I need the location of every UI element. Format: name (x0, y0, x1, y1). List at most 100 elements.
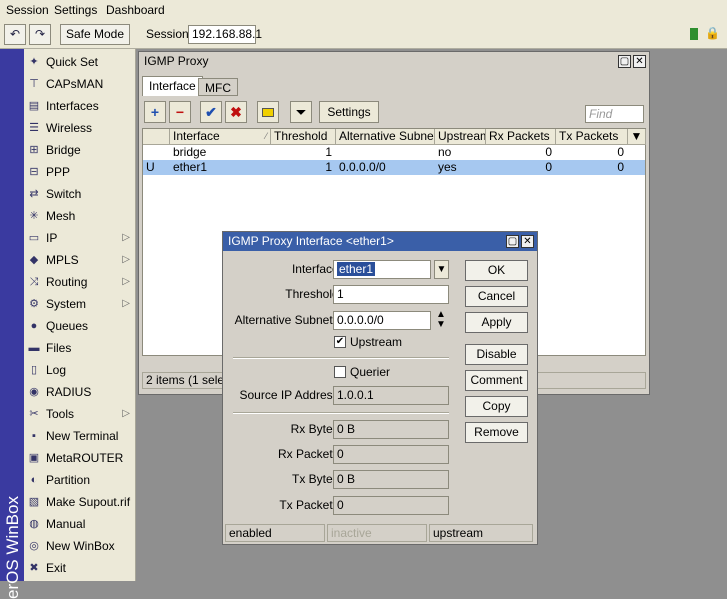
sidebar-item-interfaces[interactable]: ▤ Interfaces (24, 95, 136, 117)
sidebar-item-wireless[interactable]: ☰ Wireless (24, 117, 136, 139)
alt-subnets-label: Alternative Subnets: (234, 313, 342, 327)
radius-icon: ◉ (29, 386, 39, 398)
sidebar-item-label: Bridge (46, 143, 81, 157)
find-input[interactable]: Find (585, 105, 644, 123)
upstream-checkbox[interactable]: ✔ (334, 336, 346, 348)
remove-button[interactable]: Remove (465, 422, 528, 443)
tab-mfc[interactable]: MFC (198, 78, 238, 96)
sidebar-item-radius[interactable]: ◉ RADIUS (24, 381, 136, 403)
sidebar-item-label: MetaROUTER (46, 451, 124, 465)
remove-button[interactable]: − (169, 101, 191, 123)
separator (233, 412, 449, 414)
column-header-flag[interactable] (143, 129, 170, 145)
comment-icon (262, 108, 274, 117)
column-chooser-button[interactable]: ▼ (628, 129, 646, 145)
sidebar-item-log[interactable]: ▯ Log (24, 359, 136, 381)
sidebar-item-exit[interactable]: ✖ Exit (24, 557, 136, 579)
cell-alt-subnets (336, 145, 435, 160)
sidebar: ✦ Quick Set ⊤ CAPsMAN ▤ Interfaces ☰ Wireless ⊞ B… (24, 49, 136, 581)
wand-icon: ✦ (29, 56, 39, 68)
sidebar-item-queues[interactable]: ● Queues (24, 315, 136, 337)
cancel-button[interactable]: Cancel (465, 286, 528, 307)
column-header-upstream[interactable]: Upstream (435, 129, 486, 145)
sidebar-item-routing[interactable]: ⤨ Routing ▷ (24, 271, 136, 293)
sidebar-item-manual[interactable]: ◍ Manual (24, 513, 136, 535)
updown-icon: ▲ ▼ (436, 309, 446, 330)
sidebar-item-ppp[interactable]: ⊟ PPP (24, 161, 136, 183)
copy-button[interactable]: Copy (465, 396, 528, 417)
sidebar-item-quick-set[interactable]: ✦ Quick Set (24, 51, 136, 73)
disable-button[interactable]: Disable (465, 344, 528, 365)
check-icon: ✔ (205, 104, 217, 120)
session-label: Session: (146, 27, 193, 41)
alt-subnets-input[interactable]: 0.0.0.0/0 (333, 311, 431, 330)
sidebar-item-switch[interactable]: ⇄ Switch (24, 183, 136, 205)
column-header-interface[interactable]: Interface ⁄ (170, 129, 271, 145)
interface-label: Interface: (291, 262, 342, 276)
querier-checkbox[interactable] (334, 366, 346, 378)
manual-icon: ◍ (29, 518, 39, 530)
alt-subnets-updown-button[interactable]: ▲ ▼ (435, 310, 447, 332)
connection-status-icon (690, 28, 698, 40)
disable-button[interactable]: ✖ (225, 101, 247, 123)
tab-interface[interactable]: Interface (142, 76, 203, 96)
sidebar-item-metarouter[interactable]: ▣ MetaROUTER (24, 447, 136, 469)
dialog-maximize-button[interactable]: ▢ (506, 235, 519, 248)
dialog-close-button[interactable]: ✕ (521, 235, 534, 248)
table-row[interactable]: bridge 1 no 0 0 (143, 145, 645, 160)
rx-packets-label: Rx Packets: (277, 447, 342, 461)
source-ip-value: 1.0.0.1 (333, 386, 449, 405)
sidebar-item-mesh[interactable]: ✳ Mesh (24, 205, 136, 227)
cell-threshold: 1 (325, 160, 332, 174)
interface-dropdown-button[interactable]: ▼ (434, 260, 449, 279)
cell-rx-packets: 0 (545, 145, 552, 159)
menu-session[interactable]: Session (6, 3, 49, 17)
safe-mode-button[interactable]: Safe Mode (60, 24, 130, 45)
sidebar-item-label: RADIUS (46, 385, 92, 399)
close-button[interactable]: ✕ (633, 55, 646, 68)
comment-button[interactable] (257, 101, 279, 123)
add-button[interactable]: + (144, 101, 166, 123)
settings-button[interactable]: Settings (319, 101, 379, 123)
sidebar-item-capsman[interactable]: ⊤ CAPsMAN (24, 73, 136, 95)
column-header-alt-subnets[interactable]: Alternative Subnets (336, 129, 435, 145)
filter-button[interactable]: ⏷ (290, 101, 312, 123)
sidebar-item-label: PPP (46, 165, 71, 179)
sidebar-item-system[interactable]: ⚙ System ▷ (24, 293, 136, 315)
terminal-icon: ▪ (32, 430, 36, 442)
sidebar-item-tools[interactable]: ✂ Tools ▷ (24, 403, 136, 425)
sidebar-item-partition[interactable]: ◐ Partition (24, 469, 136, 491)
maximize-button[interactable]: ▢ (618, 55, 631, 68)
table-row-selected[interactable]: U ether1 1 0.0.0.0/0 yes 0 0 (143, 160, 645, 175)
column-header-rx-packets[interactable]: Rx Packets (486, 129, 556, 145)
menu-settings[interactable]: Settings (54, 3, 97, 17)
sidebar-item-bridge[interactable]: ⊞ Bridge (24, 139, 136, 161)
session-address: 192.168.88.1 (188, 25, 262, 44)
metarouter-icon: ▣ (28, 452, 40, 464)
supout-icon: ▧ (28, 496, 40, 508)
sidebar-item-make-supout-rif[interactable]: ▧ Make Supout.rif (24, 491, 136, 513)
ok-button[interactable]: OK (465, 260, 528, 281)
cell-upstream: yes (438, 160, 457, 174)
sidebar-item-ip[interactable]: ▭ IP ▷ (24, 227, 136, 249)
undo-button[interactable]: ↶ (4, 24, 26, 45)
column-header-tx-packets[interactable]: Tx Packets (556, 129, 628, 145)
chevron-right-icon: ▷ (122, 254, 130, 265)
chevron-right-icon: ▷ (122, 408, 130, 419)
threshold-input[interactable]: 1 (333, 285, 449, 304)
sidebar-item-mpls[interactable]: ◆ MPLS ▷ (24, 249, 136, 271)
filter-icon: ⏷ (296, 105, 306, 119)
menubar: Session Settings Dashboard (0, 0, 727, 20)
sidebar-item-files[interactable]: ▬ Files (24, 337, 136, 359)
sidebar-item-new-terminal[interactable]: ▪ New Terminal (24, 425, 136, 447)
redo-button[interactable]: ↷ (29, 24, 51, 45)
comment-button[interactable]: Comment (465, 370, 528, 391)
menu-dashboard[interactable]: Dashboard (106, 3, 165, 17)
column-header-threshold[interactable]: Threshold (271, 129, 336, 145)
interface-select[interactable]: ether1 (333, 260, 431, 279)
winbox-icon: ◎ (29, 540, 39, 552)
sidebar-item-new-winbox[interactable]: ◎ New WinBox (24, 535, 136, 557)
sidebar-item-label: Switch (46, 187, 82, 201)
enable-button[interactable]: ✔ (200, 101, 222, 123)
apply-button[interactable]: Apply (465, 312, 528, 333)
